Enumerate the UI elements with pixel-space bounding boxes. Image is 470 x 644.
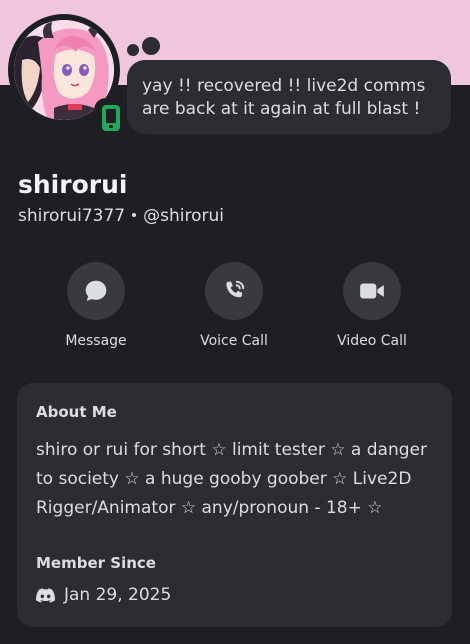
- voice-call-label: Voice Call: [200, 333, 268, 349]
- status-bubble-dot-small: [127, 44, 139, 56]
- username-line: shirorui7377 @shirorui: [18, 206, 224, 226]
- handle[interactable]: @shirorui: [143, 206, 224, 226]
- member-since-heading: Member Since: [36, 554, 156, 572]
- separator-dot: [132, 212, 137, 217]
- message-button[interactable]: Message: [36, 262, 156, 349]
- profile-screen: yay !! recovered !! live2d comms are bac…: [0, 0, 470, 644]
- member-since-row: Jan 29, 2025: [36, 585, 171, 605]
- about-me-bio: shiro or rui for short ☆ limit tester ☆ …: [36, 440, 427, 518]
- about-card: About Me shiro or rui for short ☆ limit …: [17, 383, 452, 627]
- custom-status-text: yay !! recovered !! live2d comms are bac…: [142, 76, 426, 119]
- custom-status-bubble[interactable]: yay !! recovered !! live2d comms are bac…: [127, 60, 451, 134]
- mobile-status-icon: [94, 98, 128, 138]
- username[interactable]: shirorui7377: [18, 206, 125, 226]
- status-bubble-dot-large: [142, 37, 160, 55]
- video-call-label: Video Call: [337, 333, 407, 349]
- video-call-button[interactable]: Video Call: [312, 262, 432, 349]
- message-label: Message: [65, 333, 127, 349]
- avatar-frame[interactable]: [8, 14, 128, 138]
- member-since-date: Jan 29, 2025: [64, 585, 172, 605]
- display-name: shirorui: [18, 170, 128, 199]
- video-camera-icon[interactable]: [343, 262, 401, 320]
- about-me-heading: About Me: [36, 403, 117, 421]
- discord-logo-icon: [36, 587, 55, 603]
- chat-bubble-icon[interactable]: [67, 262, 125, 320]
- voice-call-button[interactable]: Voice Call: [174, 262, 294, 349]
- phone-call-icon[interactable]: [205, 262, 263, 320]
